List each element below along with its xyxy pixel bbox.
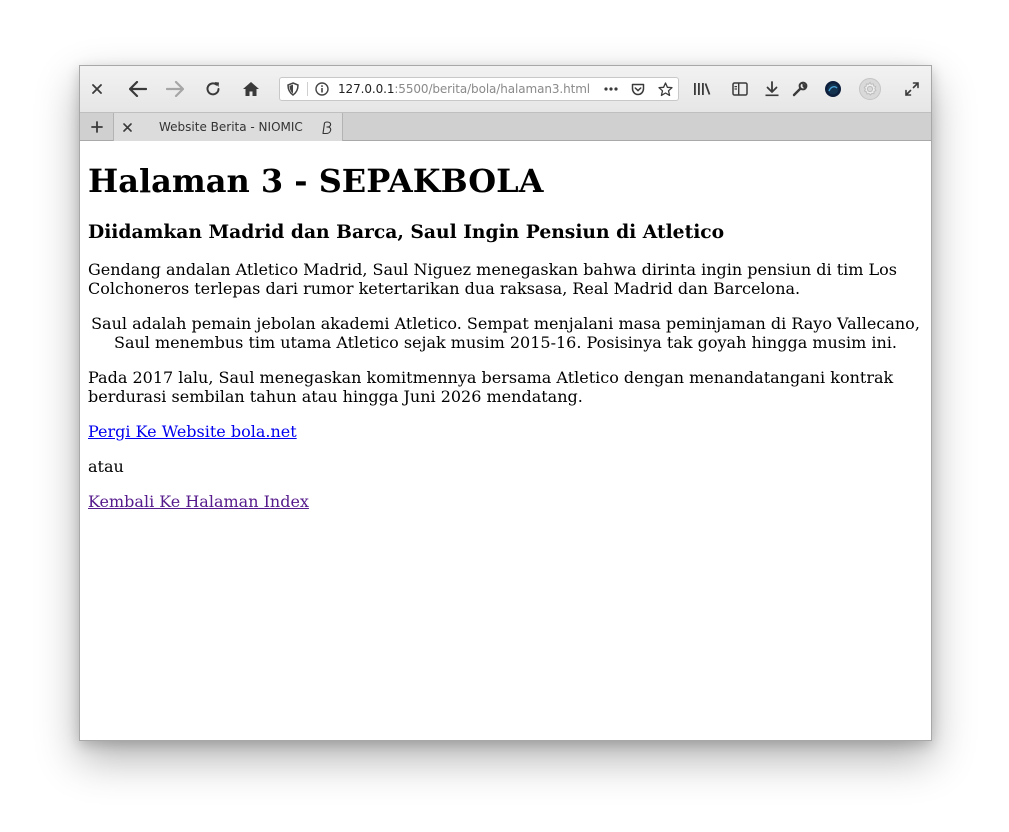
- external-link-row: Pergi Ke Website bola.net: [88, 422, 923, 441]
- extension-icon[interactable]: [821, 77, 845, 101]
- page-content: Halaman 3 - SEPAKBOLA Diidamkan Madrid d…: [80, 141, 931, 740]
- sidebar-icon[interactable]: [728, 77, 752, 101]
- back-to-index-link[interactable]: Kembali Ke Halaman Index: [88, 492, 309, 511]
- article-paragraph-3: Pada 2017 lalu, Saul menegaskan komitmen…: [88, 368, 894, 406]
- reload-icon[interactable]: [201, 77, 225, 101]
- article-paragraph-1: Gendang andalan Atletico Madrid, Saul Ni…: [88, 260, 898, 298]
- url-host: 127.0.0.1: [338, 82, 395, 96]
- shield-icon[interactable]: [284, 78, 302, 100]
- pocket-icon[interactable]: [627, 78, 649, 100]
- url-path: :5500/berita/bola/halaman3.html: [394, 82, 591, 96]
- more-dots-icon[interactable]: [600, 78, 622, 100]
- bola-net-link[interactable]: Pergi Ke Website bola.net: [88, 422, 297, 441]
- tab-active[interactable]: Website Berita - NIOMIC: [114, 113, 343, 141]
- index-link-row: Kembali Ke Halaman Index: [88, 492, 923, 511]
- forward-arrow-icon[interactable]: [163, 77, 187, 101]
- fullscreen-icon[interactable]: [900, 77, 924, 101]
- wrench-icon[interactable]: [788, 77, 812, 101]
- favicon-icon: [320, 120, 334, 135]
- download-icon[interactable]: [760, 77, 784, 101]
- article-paragraph-2: Saul adalah pemain jebolan akademi Atlet…: [91, 314, 920, 352]
- library-icon[interactable]: [690, 77, 714, 101]
- tab-close-icon[interactable]: [120, 120, 134, 134]
- article-title: Diidamkan Madrid dan Barca, Saul Ingin P…: [88, 221, 725, 243]
- back-arrow-icon[interactable]: [126, 77, 150, 101]
- home-icon[interactable]: [239, 77, 263, 101]
- separator-text: atau: [88, 457, 124, 476]
- page-heading: Halaman 3 - SEPAKBOLA: [88, 162, 544, 200]
- urlbar-divider: [307, 82, 308, 96]
- browser-window: 127.0.0.1:5500/berita/bola/halaman3.html: [79, 65, 932, 741]
- tab-title: Website Berita - NIOMIC: [159, 120, 303, 134]
- plus-icon[interactable]: [80, 113, 114, 141]
- info-icon[interactable]: [313, 78, 331, 100]
- close-icon[interactable]: [85, 77, 109, 101]
- navigation-toolbar: 127.0.0.1:5500/berita/bola/halaman3.html: [80, 66, 931, 112]
- url-text: 127.0.0.1:5500/berita/bola/halaman3.html: [338, 82, 590, 96]
- tab-bar: Website Berita - NIOMIC: [80, 112, 931, 141]
- star-icon[interactable]: [654, 78, 676, 100]
- url-bar[interactable]: 127.0.0.1:5500/berita/bola/halaman3.html: [279, 77, 679, 101]
- gear-icon[interactable]: [856, 75, 884, 103]
